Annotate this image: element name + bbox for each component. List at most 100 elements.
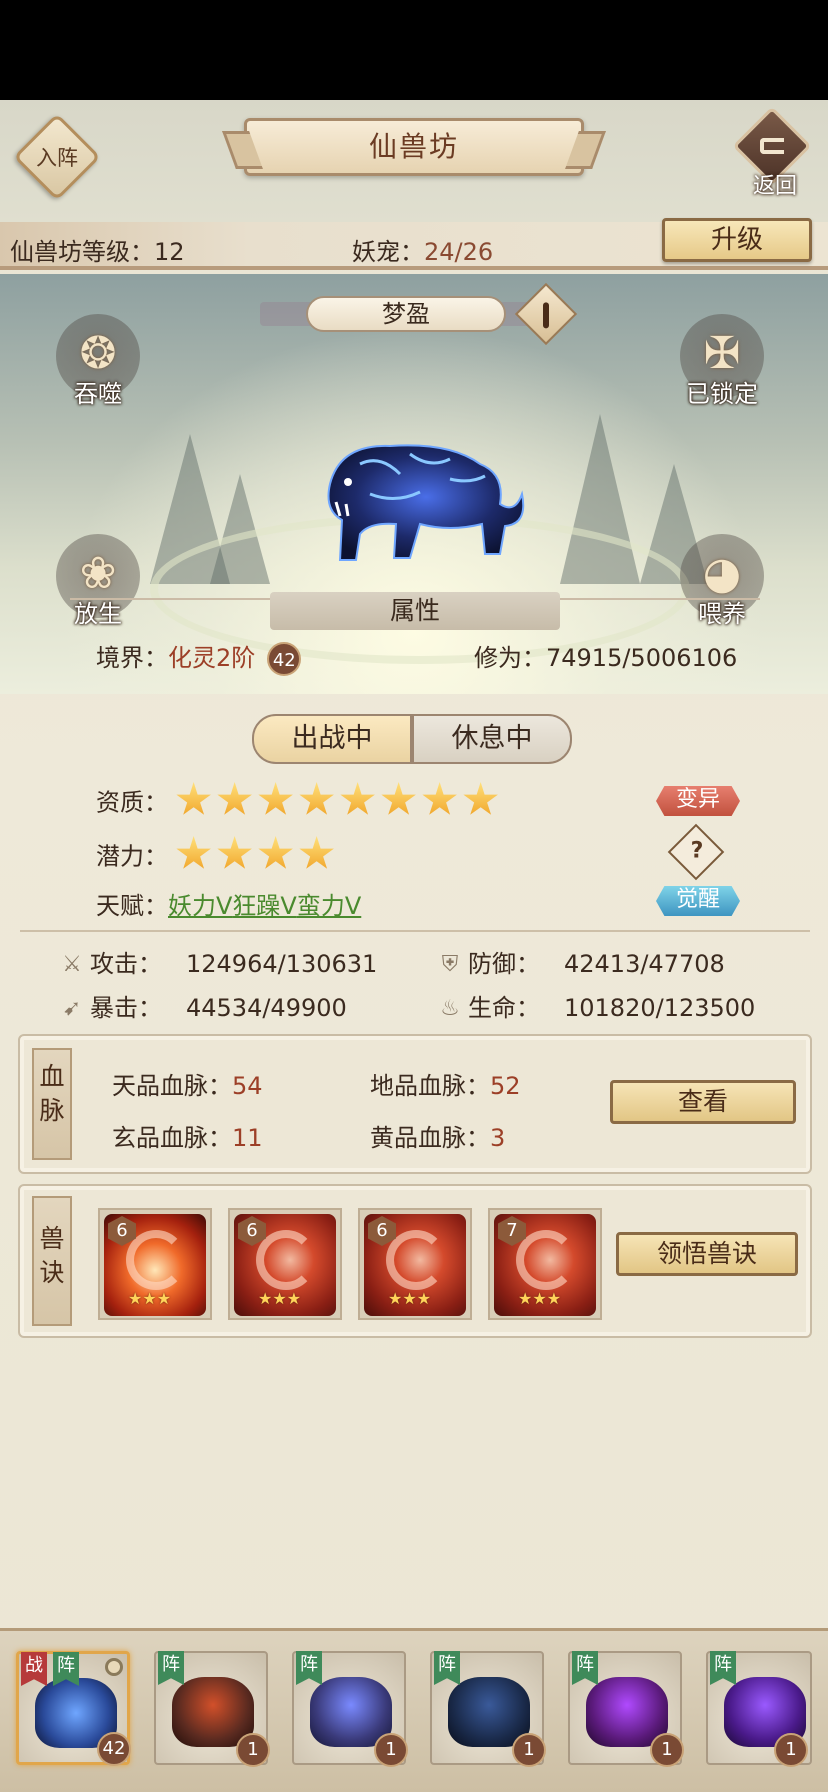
star-icon [176, 836, 211, 869]
talent-row: 天赋：妖力V狂躁V蛮力V [96, 886, 361, 921]
pet-level: 1 [236, 1733, 270, 1767]
aptitude-stars [176, 782, 504, 815]
skill-slot[interactable]: 6 ★★★ [228, 1208, 342, 1320]
lock-button[interactable]: ✠ 已锁定 [672, 314, 772, 424]
star-icon [176, 782, 211, 815]
shield-icon: ⛨ [441, 952, 459, 977]
devour-button[interactable]: ❂ 吞噬 [48, 314, 148, 424]
pet-level: 1 [512, 1733, 546, 1767]
help-glyph: ? [690, 838, 704, 864]
cultivation-label: 修为： [474, 644, 546, 672]
star-icon [381, 782, 416, 815]
crit-label: 暴击： [90, 994, 162, 1022]
life-stat: ♨ 生命： 101820/123500 [438, 988, 755, 1023]
yellow-bloodline-label: 黄品血脉： [370, 1124, 490, 1152]
rabbit-icon: ❀ [79, 548, 117, 599]
tab-in-battle[interactable]: 出战中 [252, 714, 412, 764]
workshop-level-value: 12 [154, 238, 185, 266]
release-button[interactable]: ❀ 放生 [48, 534, 148, 644]
pet-card[interactable]: 阵 1 [292, 1651, 408, 1767]
lock-label: 已锁定 [686, 380, 758, 408]
skill-stars: ★★★ [258, 1289, 302, 1308]
mystic-bloodline-label: 玄品血脉： [112, 1124, 232, 1152]
star-icon [258, 782, 293, 815]
skill-slot[interactable]: 7 ★★★ [488, 1208, 602, 1320]
pet-card[interactable]: 阵 1 [706, 1651, 812, 1767]
sword-icon: ⚔ [62, 952, 82, 977]
aptitude-label: 资质： [96, 788, 168, 817]
formation-flag: 阵 [572, 1651, 598, 1685]
pet-card[interactable]: 阵 1 [154, 1651, 270, 1767]
beast-illustration [327, 444, 525, 561]
header: 入阵 仙兽坊 返回 仙兽坊等级：12 妖宠：24/26 升级 [0, 100, 828, 270]
realm-row: 境界：化灵2阶 42 [96, 638, 302, 676]
talent-link[interactable]: 蛮力V [297, 892, 361, 920]
beast-workshop-screen: 入阵 仙兽坊 返回 仙兽坊等级：12 妖宠：24/26 升级 梦盈 ❂ 吞噬 ❀… [0, 100, 828, 1792]
title-plate: 仙兽坊 [244, 118, 584, 176]
upgrade-button[interactable]: 升级 [662, 218, 812, 262]
meat-icon: ◕ [702, 548, 742, 599]
tab-resting[interactable]: 休息中 [412, 714, 572, 764]
mutate-tag[interactable]: 变异 [656, 786, 740, 816]
rename-brush-icon[interactable] [514, 282, 578, 346]
page-title: 仙兽坊 [368, 130, 459, 163]
stats-divider [20, 930, 810, 932]
aptitude-row: 资质： [96, 782, 504, 818]
potential-stars [176, 836, 340, 869]
talent-link[interactable]: 妖力V [168, 892, 232, 920]
lock-icon: ✠ [703, 328, 741, 379]
feed-button[interactable]: ◕ 喂养 [672, 534, 772, 644]
earth-bloodline-label: 地品血脉： [370, 1072, 490, 1100]
sky-bloodline: 天品血脉：54 [112, 1066, 263, 1101]
attack-value: 124964/130631 [186, 950, 378, 978]
star-icon [299, 836, 334, 869]
skill-stars: ★★★ [518, 1289, 562, 1308]
formation-flag: 阵 [434, 1651, 460, 1685]
defense-stat: ⛨ 防御： 42413/47708 [438, 944, 725, 979]
crit-stat: ➹ 暴击： 44534/49900 [60, 988, 347, 1023]
defense-label: 防御： [468, 950, 540, 978]
enter-formation-label: 入阵 [36, 146, 78, 170]
pet-card[interactable]: 战 阵 42 [16, 1651, 131, 1766]
awaken-tag[interactable]: 觉醒 [656, 886, 740, 916]
crit-icon: ➹ [62, 996, 82, 1021]
mystic-bloodline-value: 11 [232, 1124, 263, 1152]
yellow-bloodline-value: 3 [490, 1124, 506, 1152]
star-icon [217, 836, 252, 869]
attributes-heading: 属性 [270, 592, 560, 630]
back-button[interactable]: 返回 [730, 106, 820, 200]
pet-card[interactable]: 阵 1 [568, 1651, 684, 1767]
life-label: 生命： [468, 994, 540, 1022]
skill-stars: ★★★ [128, 1289, 172, 1308]
lock-icon [105, 1658, 123, 1676]
star-icon [299, 782, 334, 815]
star-icon [258, 836, 293, 869]
back-arrow-icon [760, 138, 784, 154]
battle-status-toggle: 出战中 休息中 [252, 714, 572, 764]
formation-flag: 阵 [296, 1651, 322, 1685]
enter-formation-button[interactable]: 入阵 [12, 112, 102, 202]
potential-label: 潜力： [96, 842, 168, 871]
view-bloodline-button[interactable]: 查看 [610, 1080, 796, 1124]
pet-level: 1 [374, 1733, 408, 1767]
pet-level: 1 [774, 1733, 808, 1767]
formation-flag: 阵 [158, 1651, 184, 1685]
pet-level: 42 [97, 1732, 131, 1766]
workshop-level: 仙兽坊等级：12 [10, 232, 185, 267]
realm-level-badge: 42 [267, 642, 302, 676]
skill-slot[interactable]: 6 ★★★ [98, 1208, 212, 1320]
skills-title: 兽诀 [32, 1196, 72, 1326]
skills-panel: 兽诀 6 ★★★ 6 ★★★ 6 ★★★ 7 ★★★ 领悟兽诀 [18, 1184, 812, 1338]
star-icon [217, 782, 252, 815]
help-icon[interactable]: ? [667, 823, 725, 881]
learn-skill-button[interactable]: 领悟兽诀 [616, 1232, 798, 1276]
sky-bloodline-value: 54 [232, 1072, 263, 1100]
status-bar [0, 0, 828, 100]
crit-value: 44534/49900 [186, 994, 347, 1022]
earth-bloodline-value: 52 [490, 1072, 521, 1100]
workshop-level-label: 仙兽坊等级： [10, 238, 154, 266]
star-icon [463, 782, 498, 815]
skill-slot[interactable]: 6 ★★★ [358, 1208, 472, 1320]
talent-link[interactable]: 狂躁V [232, 892, 296, 920]
pet-card[interactable]: 阵 1 [430, 1651, 546, 1767]
